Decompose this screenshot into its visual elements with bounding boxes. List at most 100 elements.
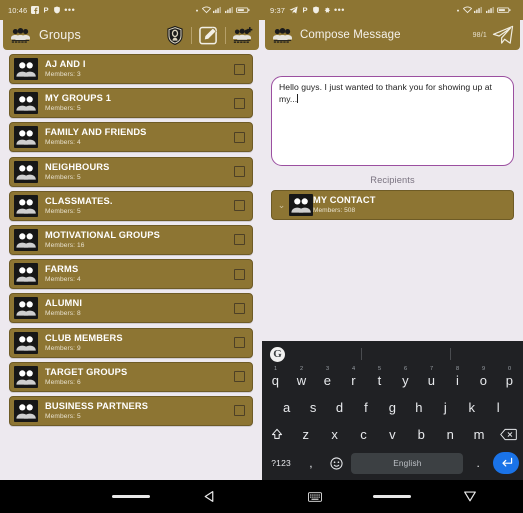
- group-checkbox[interactable]: [234, 200, 245, 212]
- suggestion-bar[interactable]: G: [262, 341, 523, 367]
- key-o[interactable]: 9o: [472, 366, 495, 394]
- group-checkbox[interactable]: [234, 166, 245, 178]
- key-i[interactable]: 8i: [446, 366, 469, 394]
- add-group-icon[interactable]: [233, 26, 253, 44]
- space-key[interactable]: English: [351, 452, 464, 474]
- group-avatar-icon: [14, 194, 38, 217]
- key-label: t: [377, 373, 382, 388]
- key-t[interactable]: 5t: [368, 366, 391, 394]
- key-g[interactable]: g: [381, 394, 404, 421]
- group-members: Members: 4: [45, 139, 81, 147]
- key-c[interactable]: c: [351, 421, 377, 448]
- home-button[interactable]: [104, 495, 158, 498]
- group-checkbox[interactable]: [234, 131, 245, 143]
- status-time: 10:46: [8, 5, 28, 15]
- group-name: MOTIVATIONAL GROUPS: [45, 229, 160, 240]
- enter-key[interactable]: [493, 452, 519, 474]
- symbols-key[interactable]: ?123: [266, 448, 296, 478]
- groups-list[interactable]: AJ AND I Members: 3 MY GROUPS 1 Members:…: [0, 50, 262, 480]
- group-avatar-icon: [14, 331, 38, 354]
- key-u[interactable]: 7u: [420, 366, 443, 394]
- group-checkbox[interactable]: [234, 337, 245, 348]
- home-button[interactable]: [365, 495, 419, 498]
- list-item[interactable]: AJ AND I Members: 3: [9, 54, 253, 84]
- key-a[interactable]: a: [275, 394, 298, 421]
- key-n[interactable]: n: [437, 421, 463, 448]
- key-b[interactable]: b: [408, 421, 434, 448]
- key-y[interactable]: 6y: [394, 366, 417, 394]
- list-item[interactable]: NEIGHBOURS Members: 5: [9, 156, 253, 187]
- list-item-text: NEIGHBOURS Members: 5: [45, 162, 228, 182]
- list-item[interactable]: MOTIVATIONAL GROUPS Members: 16: [9, 224, 253, 255]
- key-v[interactable]: v: [380, 421, 406, 448]
- key-x[interactable]: x: [322, 421, 348, 448]
- keyboard-switch-button[interactable]: [288, 491, 342, 502]
- key-q[interactable]: 1q: [264, 366, 287, 394]
- key-h[interactable]: h: [407, 394, 430, 421]
- emoji-key[interactable]: [326, 448, 348, 478]
- key-r[interactable]: 4r: [342, 366, 365, 394]
- key-p[interactable]: 0p: [498, 366, 521, 394]
- group-avatar-icon: [14, 399, 38, 422]
- list-item-text: AJ AND I Members: 3: [45, 59, 228, 79]
- list-item-text: CLUB MEMBERS Members: 9: [45, 333, 228, 353]
- enter-icon: [501, 457, 512, 467]
- key-m[interactable]: m: [466, 421, 492, 448]
- key-d[interactable]: d: [328, 394, 351, 421]
- group-members: Members: 8: [45, 310, 81, 318]
- svg-text:P: P: [302, 6, 307, 14]
- key-f[interactable]: f: [354, 394, 377, 421]
- contact-avatar-icon: [289, 194, 313, 216]
- key-s[interactable]: s: [301, 394, 324, 421]
- period-key[interactable]: .: [467, 448, 489, 478]
- group-name: TARGET GROUPS: [45, 366, 128, 377]
- send-icon[interactable]: [492, 25, 514, 45]
- key-l[interactable]: l: [487, 394, 510, 421]
- compose-icon[interactable]: [199, 26, 218, 45]
- comma-key[interactable]: ,: [300, 448, 322, 478]
- signal-icon: [213, 6, 221, 14]
- hide-keyboard-icon: [464, 491, 477, 502]
- list-item[interactable]: FARMS Members: 4: [9, 259, 253, 290]
- status-right-icons: [195, 6, 254, 14]
- list-item[interactable]: FAMILY AND FRIENDS Members: 4: [9, 122, 253, 153]
- key-z[interactable]: z: [293, 421, 319, 448]
- list-item[interactable]: CLASSMATES. Members: 5: [9, 190, 253, 221]
- action-divider-2: [225, 26, 226, 44]
- recipient-item[interactable]: ⌄ MY CONTACT Members: 508: [271, 190, 514, 220]
- list-item[interactable]: MY GROUPS 1 Members: 5: [9, 88, 253, 119]
- backspace-key[interactable]: [495, 421, 521, 448]
- more-dots-icon: •••: [334, 4, 345, 15]
- back-button[interactable]: [182, 490, 236, 503]
- chevron-down-icon[interactable]: ⌄: [276, 200, 287, 210]
- group-checkbox[interactable]: [234, 371, 245, 383]
- key-k[interactable]: k: [460, 394, 483, 421]
- group-checkbox[interactable]: [234, 234, 245, 246]
- status-right-icons: [456, 6, 515, 14]
- group-members: Members: 9: [45, 344, 81, 352]
- group-avatar-icon: [14, 126, 38, 149]
- message-input[interactable]: Hello guys. I just wanted to thank you f…: [271, 76, 514, 166]
- character-counter: 98/1: [472, 31, 487, 39]
- list-item-text: FAMILY AND FRIENDS Members: 4: [45, 127, 228, 147]
- list-item[interactable]: TARGET GROUPS Members: 6: [9, 361, 253, 392]
- list-item[interactable]: BUSINESS PARTNERS Members: 5: [9, 395, 253, 426]
- shift-key[interactable]: [264, 421, 290, 448]
- group-name: AJ AND I: [45, 59, 86, 69]
- list-item[interactable]: CLUB MEMBERS Members: 9: [9, 327, 253, 358]
- group-checkbox[interactable]: [234, 268, 245, 280]
- group-checkbox[interactable]: [234, 405, 245, 417]
- group-checkbox[interactable]: [234, 63, 245, 75]
- group-checkbox[interactable]: [234, 97, 245, 109]
- hide-keyboard-button[interactable]: [443, 490, 497, 503]
- list-item[interactable]: ALUMNI Members: 8: [9, 293, 253, 324]
- key-e[interactable]: 3e: [316, 366, 339, 394]
- signal-icon: [474, 6, 482, 14]
- recipients-label: Recipients: [370, 175, 415, 185]
- key-j[interactable]: j: [434, 394, 457, 421]
- pinterest-icon: P: [44, 6, 49, 14]
- key-w[interactable]: 2w: [290, 366, 313, 394]
- shield-icon[interactable]: [166, 25, 184, 46]
- group-checkbox[interactable]: [234, 302, 245, 314]
- google-logo-icon[interactable]: G: [270, 346, 285, 362]
